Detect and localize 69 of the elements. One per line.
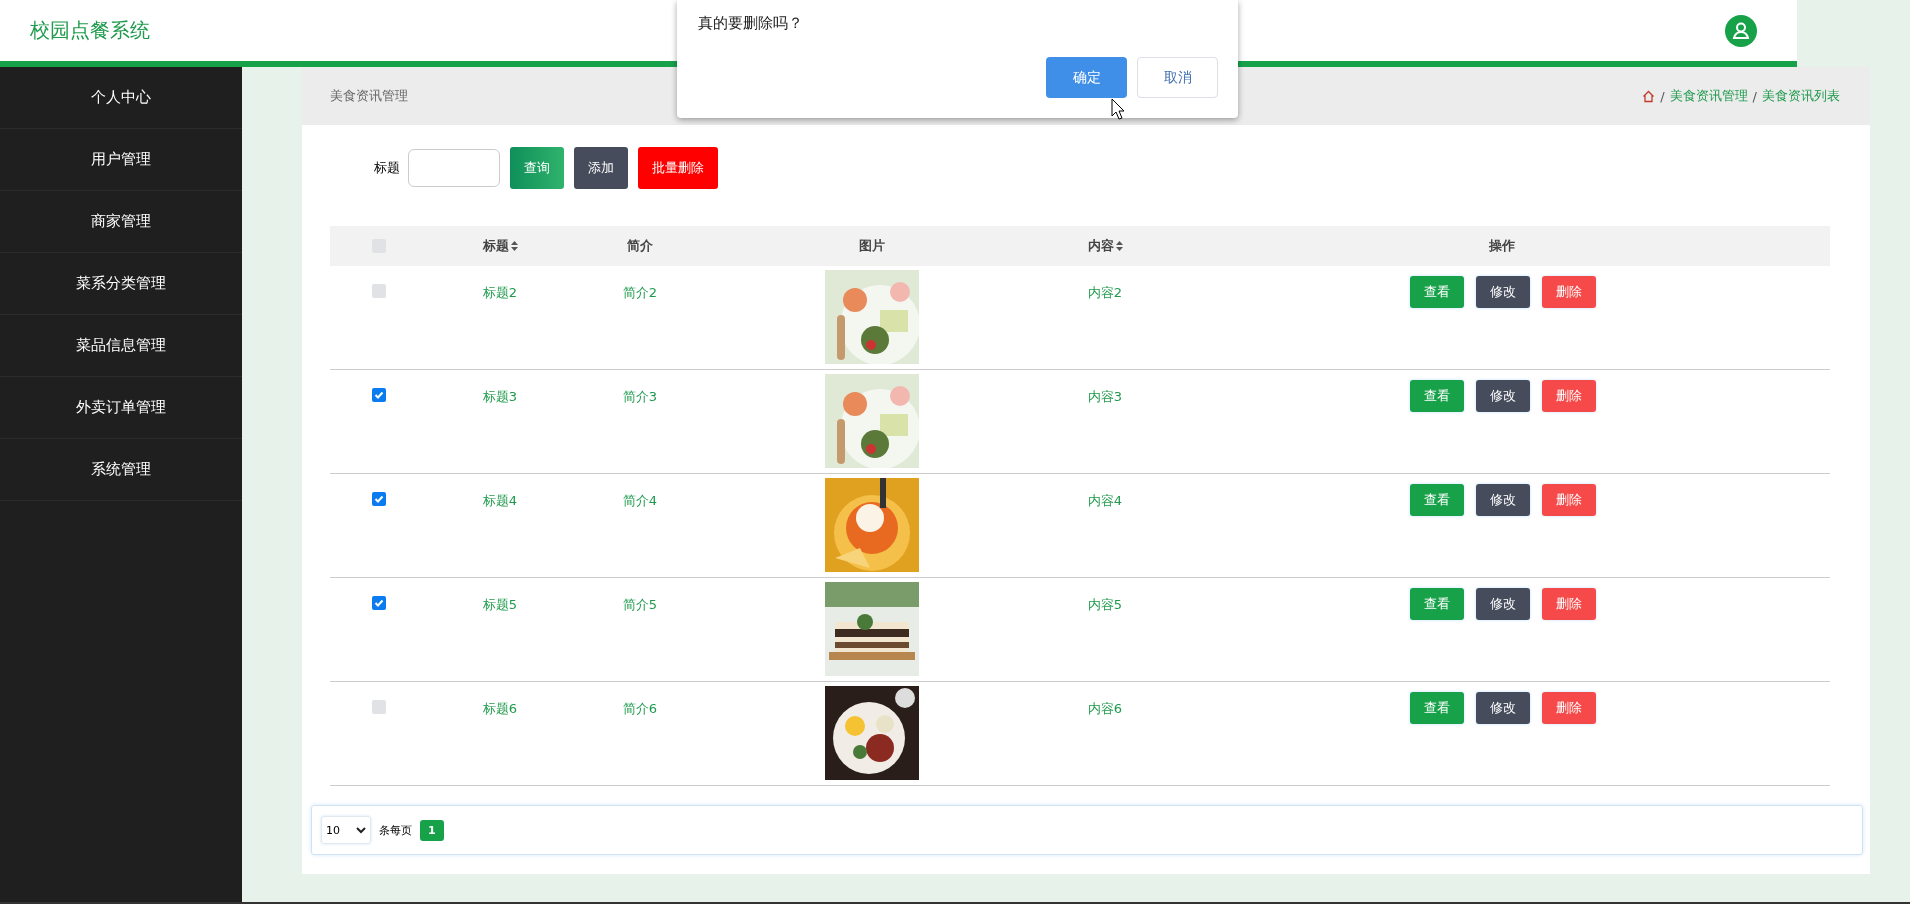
- edit-button[interactable]: 修改: [1476, 276, 1530, 308]
- table-cell: 标题6: [482, 700, 518, 718]
- breadcrumb-separator: /: [1660, 88, 1665, 104]
- app-title: 校园点餐系统: [30, 17, 150, 44]
- breadcrumb-separator: /: [1752, 88, 1757, 104]
- row-checkbox[interactable]: [372, 492, 386, 506]
- table-cell: 简介5: [622, 596, 658, 614]
- table-cell: 内容5: [1087, 596, 1123, 614]
- column-header: 图片: [859, 237, 885, 255]
- title-search-field[interactable]: [408, 149, 500, 187]
- sidebar-item[interactable]: 菜系分类管理: [0, 253, 242, 315]
- column-header: 简介: [627, 237, 653, 255]
- view-button[interactable]: 查看: [1410, 276, 1464, 308]
- add-button[interactable]: 添加: [574, 147, 628, 189]
- edit-button[interactable]: 修改: [1476, 484, 1530, 516]
- table-cell: 简介4: [622, 492, 658, 510]
- column-header[interactable]: 内容: [1087, 237, 1114, 255]
- breadcrumb-link[interactable]: 美食资讯管理: [1669, 87, 1748, 105]
- delete-button[interactable]: 删除: [1542, 588, 1596, 620]
- table-cell: 标题3: [482, 388, 518, 406]
- row-checkbox[interactable]: [372, 700, 386, 714]
- sidebar-item[interactable]: 用户管理: [0, 129, 242, 191]
- row-checkbox[interactable]: [372, 596, 386, 610]
- table-cell: 内容2: [1087, 284, 1123, 302]
- row-checkbox[interactable]: [372, 284, 386, 298]
- chevron-down-icon[interactable]: [356, 826, 366, 834]
- batch-delete-button[interactable]: 批量删除: [638, 147, 718, 189]
- table-cell: 标题5: [482, 596, 518, 614]
- view-button[interactable]: 查看: [1410, 692, 1464, 724]
- table-cell: 标题4: [482, 492, 518, 510]
- page-size-label: 条每页: [379, 822, 412, 838]
- sidebar-item[interactable]: 外卖订单管理: [0, 377, 242, 439]
- home-icon[interactable]: [1642, 89, 1656, 103]
- delete-button[interactable]: 删除: [1542, 380, 1596, 412]
- breadcrumb-link[interactable]: 美食资讯列表: [1762, 87, 1840, 105]
- row-checkbox[interactable]: [372, 388, 386, 402]
- search-button[interactable]: 查询: [510, 147, 564, 189]
- delete-button[interactable]: 删除: [1542, 692, 1596, 724]
- cancel-button[interactable]: 取消: [1137, 57, 1218, 98]
- page-button[interactable]: 1: [420, 819, 444, 841]
- view-button[interactable]: 查看: [1410, 484, 1464, 516]
- sidebar-item[interactable]: 系统管理: [0, 439, 242, 501]
- view-button[interactable]: 查看: [1410, 588, 1464, 620]
- view-button[interactable]: 查看: [1410, 380, 1464, 412]
- search-label: 标题: [374, 159, 400, 177]
- table-cell: 标题2: [482, 284, 518, 302]
- confirm-button[interactable]: 确定: [1046, 57, 1127, 98]
- table-cell: 简介2: [622, 284, 658, 302]
- sidebar-item[interactable]: 菜品信息管理: [0, 315, 242, 377]
- sort-icon[interactable]: [1115, 241, 1123, 251]
- sort-icon[interactable]: [510, 241, 518, 251]
- delete-button[interactable]: 删除: [1542, 484, 1596, 516]
- dialog-message: 真的要删除吗？: [698, 14, 804, 33]
- edit-button[interactable]: 修改: [1476, 692, 1530, 724]
- table-cell: 内容4: [1087, 492, 1123, 510]
- user-icon[interactable]: [1725, 14, 1757, 47]
- column-header[interactable]: 标题: [482, 237, 509, 255]
- edit-button[interactable]: 修改: [1476, 588, 1530, 620]
- table-cell: 简介3: [622, 388, 658, 406]
- delete-button[interactable]: 删除: [1542, 276, 1596, 308]
- page-size-select[interactable]: 10: [321, 816, 371, 844]
- edit-button[interactable]: 修改: [1476, 380, 1530, 412]
- page-title: 美食资讯管理: [330, 87, 408, 105]
- sidebar-item[interactable]: 个人中心: [0, 67, 242, 129]
- column-header: 操作: [1489, 237, 1515, 255]
- table-cell: 简介6: [622, 700, 658, 718]
- table-cell: 内容6: [1087, 700, 1123, 718]
- table-cell: 内容3: [1087, 388, 1123, 406]
- sidebar-item[interactable]: 商家管理: [0, 191, 242, 253]
